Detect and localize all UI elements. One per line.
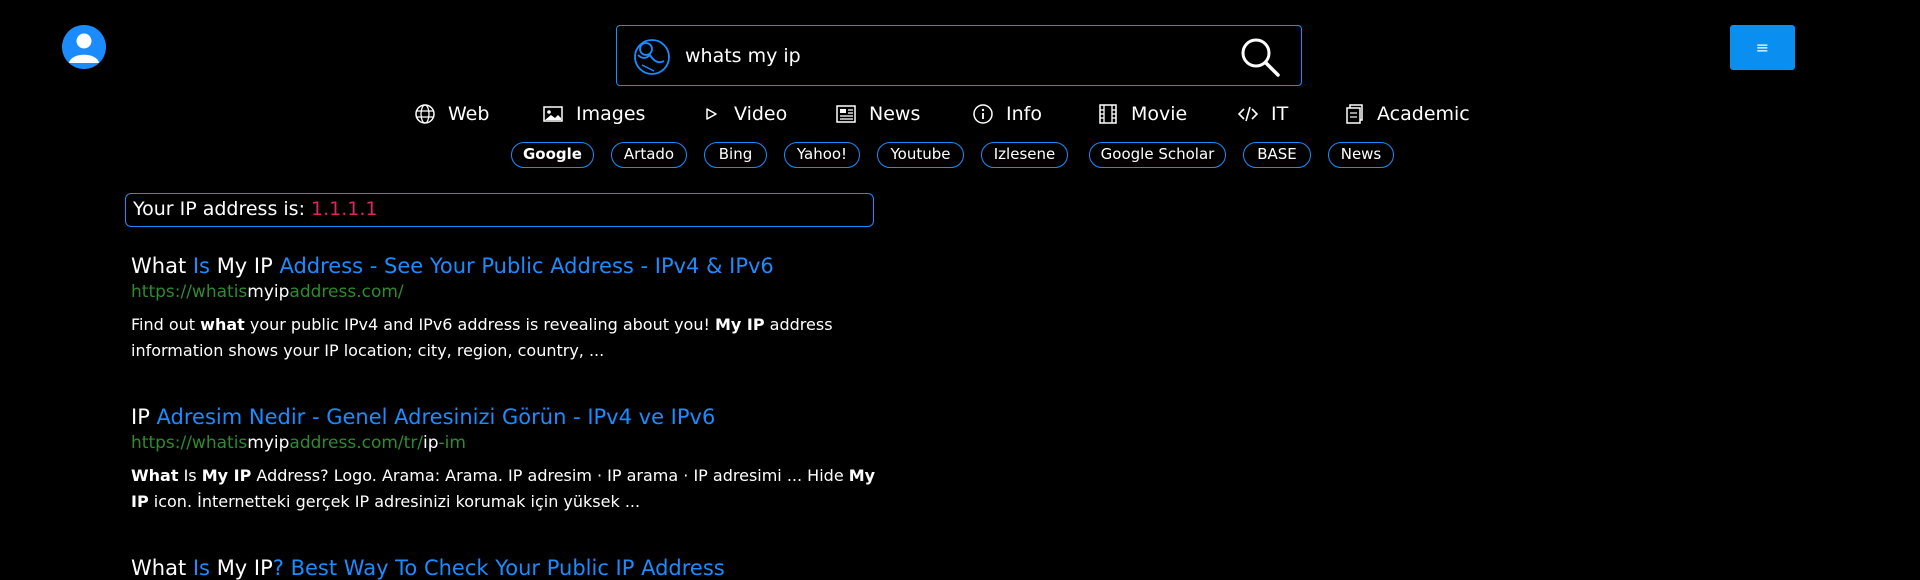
tab-label: IT <box>1271 103 1289 125</box>
url-text: address.com/ <box>289 282 404 302</box>
chip-izlesene[interactable]: Izlesene <box>981 142 1068 168</box>
url-text: address.com/tr/ <box>289 433 424 453</box>
snippet-text: icon. İnternetteki gerçek IP adresinizi … <box>148 492 641 511</box>
snippet-match: what <box>200 315 245 334</box>
code-icon <box>1237 106 1259 122</box>
title-text: Is <box>186 254 217 278</box>
tab-news[interactable]: News <box>835 99 920 129</box>
url-match: myip <box>247 282 290 302</box>
tab-label: Info <box>1006 103 1042 125</box>
ip-value: 1.1.1.1 <box>311 198 378 220</box>
tab-academic[interactable]: Academic <box>1343 99 1470 129</box>
category-tabs: Web Images Video News Info Movie IT Acad… <box>414 99 1494 129</box>
tab-label: Movie <box>1131 103 1188 125</box>
globe-icon <box>415 104 435 124</box>
tab-images[interactable]: Images <box>542 99 645 129</box>
menu-icon: ≡ <box>1755 38 1770 57</box>
url-match: myip <box>247 433 290 453</box>
snippet-text: Is <box>178 466 202 485</box>
info-icon <box>973 104 993 124</box>
ip-answer-box: Your IP address is: 1.1.1.1 <box>125 193 874 227</box>
title-text: ? Best Way To Check Your Public IP Addre… <box>272 556 725 580</box>
snippet-text: Address? Logo. Arama: Arama. IP adresim … <box>251 466 849 485</box>
result-snippet: Find out what your public IPv4 and IPv6 … <box>131 312 891 364</box>
title-match: What <box>131 254 187 278</box>
result-title-link[interactable]: What Is My IP? Best Way To Check Your Pu… <box>131 556 891 580</box>
film-icon <box>1099 104 1117 124</box>
ip-label: Your IP address is: <box>133 198 305 220</box>
tab-label: Academic <box>1377 103 1470 125</box>
result-title-link[interactable]: What Is My IP Address - See Your Public … <box>131 254 891 278</box>
tab-it[interactable]: IT <box>1237 99 1288 129</box>
title-match: IP <box>131 405 150 429</box>
chip-youtube[interactable]: Youtube <box>877 142 964 168</box>
image-icon <box>543 106 563 122</box>
tab-info[interactable]: Info <box>972 99 1042 129</box>
title-text: Is <box>186 556 217 580</box>
site-logo-icon[interactable] <box>630 35 672 77</box>
tab-video[interactable]: Video <box>700 99 787 129</box>
url-text: https://whatis <box>131 282 248 302</box>
url-text: -im <box>438 433 466 453</box>
search-input[interactable] <box>685 43 1205 69</box>
url-text: https://whatis <box>131 433 248 453</box>
search-result: IP Adresim Nedir - Genel Adresinizi Görü… <box>131 405 891 515</box>
chip-bing[interactable]: Bing <box>704 142 767 168</box>
snippet-match: What <box>131 466 179 485</box>
chip-google-scholar[interactable]: Google Scholar <box>1089 142 1226 168</box>
title-match: My IP <box>216 254 273 278</box>
title-match: What <box>131 556 187 580</box>
chip-yahoo[interactable]: Yahoo! <box>784 142 860 168</box>
user-avatar-icon[interactable] <box>62 25 106 69</box>
search-result: What Is My IP Address - See Your Public … <box>131 254 891 364</box>
notebook-icon <box>1346 104 1363 124</box>
result-url[interactable]: https://whatismyipaddress.com/tr/ip-im <box>131 433 891 453</box>
tab-web[interactable]: Web <box>414 99 489 129</box>
search-result: What Is My IP? Best Way To Check Your Pu… <box>131 556 891 580</box>
result-title-link[interactable]: IP Adresim Nedir - Genel Adresinizi Görü… <box>131 405 891 429</box>
title-text: Adresim Nedir - Genel Adresinizi Görün -… <box>149 405 716 429</box>
chip-artado[interactable]: Artado <box>611 142 687 168</box>
chip-news[interactable]: News <box>1328 142 1394 168</box>
tab-label: Video <box>734 103 788 125</box>
snippet-match: My IP <box>201 466 252 485</box>
chip-google[interactable]: Google <box>511 142 594 168</box>
play-icon <box>706 108 717 120</box>
snippet-match: My IP <box>714 315 765 334</box>
search-bar <box>616 25 1302 86</box>
result-url[interactable]: https://whatismyipaddress.com/ <box>131 282 891 302</box>
chip-base[interactable]: BASE <box>1243 142 1311 168</box>
engine-chips: Google Artado Bing Yahoo! Youtube Izlese… <box>511 142 1411 168</box>
tab-label: Web <box>448 103 490 125</box>
title-match: My IP <box>216 556 273 580</box>
snippet-text: your public IPv4 and IPv6 address is rev… <box>244 315 715 334</box>
result-snippet: What Is My IP Address? Logo. Arama: Aram… <box>131 463 891 515</box>
url-match: ip <box>423 433 439 453</box>
search-icon[interactable] <box>1239 36 1281 78</box>
newspaper-icon <box>836 105 856 123</box>
tab-movie[interactable]: Movie <box>1097 99 1187 129</box>
snippet-text: Find out <box>131 315 201 334</box>
tab-label: Images <box>576 103 646 125</box>
tab-label: News <box>869 103 921 125</box>
menu-button[interactable]: ≡ <box>1730 25 1795 70</box>
title-text: Address - See Your Public Address - IPv4… <box>272 254 774 278</box>
